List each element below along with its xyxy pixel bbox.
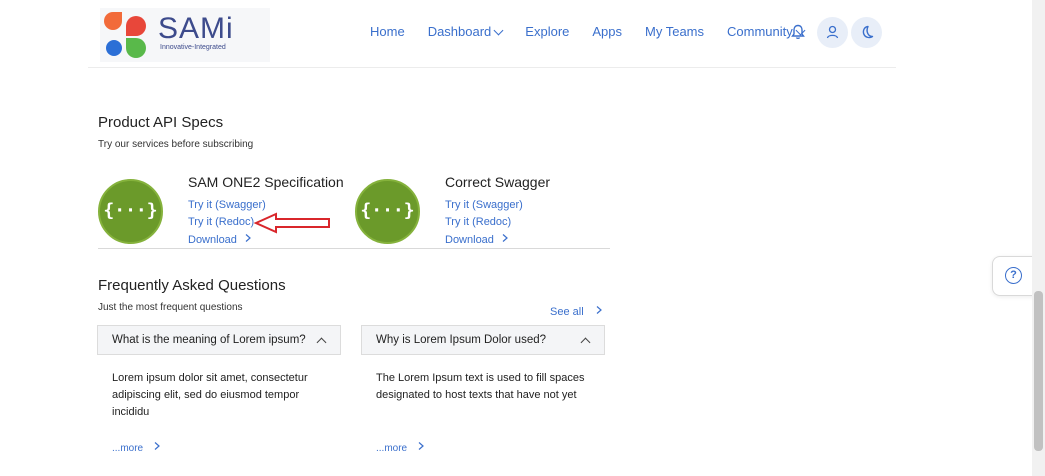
api-name: SAM ONE2 Specification	[188, 174, 344, 190]
logo-title: SAMi	[158, 12, 234, 45]
download-link[interactable]: Download	[188, 233, 253, 246]
faq-more-link[interactable]: ...more	[376, 441, 427, 454]
chevron-up-icon	[580, 337, 591, 348]
try-redoc-link[interactable]: Try it (Redoc)	[188, 216, 254, 228]
chevron-right-icon	[502, 234, 508, 242]
main-nav: Home Dashboard Explore Apps My Teams Com…	[370, 24, 827, 39]
see-all-link[interactable]: See all	[550, 305, 605, 318]
header-divider	[88, 67, 896, 68]
nav-apps[interactable]: Apps	[592, 24, 622, 39]
download-label: Download	[188, 234, 237, 246]
swagger-glyph: {···}	[103, 200, 158, 221]
chevron-right-icon	[596, 306, 602, 314]
download-label: Download	[445, 234, 494, 246]
moon-icon	[862, 25, 874, 39]
faq-title: Frequently Asked Questions	[98, 277, 286, 294]
api-card: {···} SAM ONE2 Specification Try it (Swa…	[98, 170, 348, 248]
see-all-label: See all	[550, 306, 584, 318]
faq-subtitle: Just the most frequent questions	[98, 302, 243, 313]
user-icon	[826, 25, 839, 39]
try-swagger-link[interactable]: Try it (Swagger)	[188, 199, 266, 211]
nav-dashboard[interactable]: Dashboard	[427, 24, 504, 39]
nav-home[interactable]: Home	[370, 24, 405, 39]
faq-more-label: ...more	[376, 443, 408, 454]
nav-my-teams[interactable]: My Teams	[645, 24, 704, 39]
faq-question-toggle[interactable]: What is the meaning of Lorem ipsum?	[97, 325, 341, 355]
try-redoc-link[interactable]: Try it (Redoc)	[445, 216, 511, 228]
scrollbar[interactable]	[1032, 0, 1045, 476]
chevron-right-icon	[245, 234, 251, 242]
annotation-arrow	[254, 212, 330, 234]
faq-question: Why is Lorem Ipsum Dolor used?	[376, 334, 547, 346]
faq-more-link[interactable]: ...more	[112, 441, 163, 454]
chevron-down-icon	[493, 25, 504, 36]
product-specs-subtitle: Try our services before subscribing	[98, 139, 254, 150]
nav-dashboard-label: Dashboard	[427, 24, 492, 39]
nav-community-label: Community	[727, 24, 793, 39]
product-specs-title: Product API Specs	[98, 114, 224, 131]
dark-mode-toggle[interactable]	[851, 17, 882, 48]
help-icon: ?	[1005, 267, 1022, 284]
faq-answer: The Lorem Ipsum text is used to fill spa…	[376, 372, 585, 401]
chevron-right-icon	[154, 442, 160, 450]
bell-icon[interactable]	[791, 24, 805, 40]
logo-tagline: Innovative-Integrated	[160, 44, 226, 51]
faq-answer: Lorem ipsum dolor sit amet, consectetur …	[112, 372, 308, 418]
scrollbar-thumb[interactable]	[1034, 291, 1043, 451]
chevron-up-icon	[316, 337, 327, 348]
user-profile-button[interactable]	[817, 17, 848, 48]
api-card: {···} Correct Swagger Try it (Swagger) T…	[355, 170, 605, 248]
logo-mark	[104, 10, 152, 58]
swagger-icon: {···}	[98, 179, 163, 244]
api-name: Correct Swagger	[445, 174, 551, 190]
faq-more-label: ...more	[112, 443, 144, 454]
faq-question-toggle[interactable]: Why is Lorem Ipsum Dolor used?	[361, 325, 605, 355]
nav-explore[interactable]: Explore	[525, 24, 569, 39]
swagger-icon: {···}	[355, 179, 420, 244]
faq-question: What is the meaning of Lorem ipsum?	[112, 334, 306, 346]
try-swagger-link[interactable]: Try it (Swagger)	[445, 199, 523, 211]
section-divider	[98, 248, 610, 249]
top-navbar: SAMi Innovative-Integrated Home Dashboar…	[0, 0, 1032, 68]
chevron-right-icon	[418, 442, 424, 450]
sami-logo[interactable]: SAMi Innovative-Integrated	[100, 8, 270, 62]
download-link[interactable]: Download	[445, 233, 510, 246]
swagger-glyph: {···}	[360, 200, 415, 221]
